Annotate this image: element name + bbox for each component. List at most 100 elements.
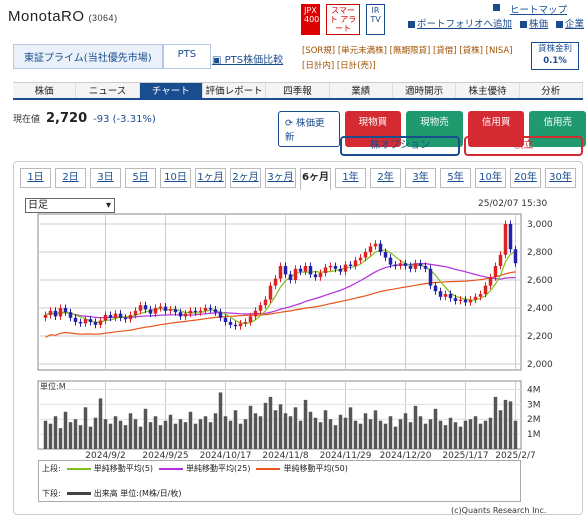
candle-body <box>118 313 123 318</box>
volume-bar <box>338 414 343 449</box>
volume-bar <box>288 416 293 449</box>
candle-body <box>398 263 403 266</box>
candle-body <box>423 266 428 269</box>
volume-bar <box>208 422 213 449</box>
candle-body <box>63 308 68 313</box>
volume-bar <box>228 420 233 449</box>
candle-body <box>158 306 163 308</box>
volume-bar <box>103 419 108 449</box>
candle-body <box>393 264 398 266</box>
candle-body <box>453 298 458 301</box>
volume-bar <box>63 411 68 449</box>
candle-body <box>483 285 488 294</box>
candle-body <box>433 285 438 292</box>
volume-bar <box>163 420 168 449</box>
candle-body <box>478 294 483 297</box>
volume-bar <box>133 419 138 449</box>
volume-bar <box>493 396 498 449</box>
volume-tick-label: 1M <box>527 430 541 440</box>
candle-body <box>213 309 218 313</box>
legend-sma25-label: 単純移動平均(25) <box>186 464 251 473</box>
candle-body <box>263 299 268 306</box>
volume-bar <box>243 419 248 449</box>
volume-bar <box>83 407 88 449</box>
candle-body <box>463 299 468 303</box>
volume-bar <box>318 422 323 449</box>
y-tick-label: 3,000 <box>527 220 553 230</box>
volume-bar <box>258 416 263 449</box>
volume-bar <box>348 407 353 449</box>
volume-bar <box>178 419 183 449</box>
volume-bar <box>273 410 278 449</box>
candle-body <box>318 273 323 278</box>
volume-bar <box>148 422 153 449</box>
candle-body <box>43 315 48 318</box>
candle-body <box>123 317 128 320</box>
candle-body <box>288 274 293 280</box>
volume-bar <box>453 422 458 449</box>
volume-bar <box>183 422 188 449</box>
volume-unit-label: 単位:M <box>40 381 66 391</box>
candle-body <box>338 268 343 272</box>
volume-bar <box>158 425 163 449</box>
volume-bar <box>68 422 73 449</box>
volume-bar <box>238 423 243 449</box>
candle-body <box>473 296 478 300</box>
candle-body <box>238 323 243 327</box>
candle-body <box>228 322 233 325</box>
candle-body <box>353 260 358 266</box>
volume-bar <box>328 419 333 449</box>
volume-bar <box>263 402 268 449</box>
y-tick-label: 2,800 <box>527 248 553 258</box>
candle-body <box>98 320 103 325</box>
candle-body <box>388 257 393 265</box>
volume-bar <box>418 416 423 449</box>
volume-bar <box>168 414 173 449</box>
candle-body <box>208 308 213 310</box>
volume-bar <box>478 423 483 449</box>
volume-bar <box>458 426 463 449</box>
candle-body <box>298 268 303 272</box>
volume-bar <box>53 416 58 449</box>
candle-body <box>278 266 283 279</box>
volume-bar <box>248 405 253 449</box>
volume-bar <box>213 413 218 449</box>
volume-bar <box>138 426 143 449</box>
volume-bar <box>463 420 468 449</box>
candle-body <box>78 322 83 324</box>
chart-legend: 上段: 単純移動平均(5) 単純移動平均(25) 単純移動平均(50) 下段: … <box>38 460 521 502</box>
volume-bar <box>283 413 288 449</box>
candle-body <box>438 291 443 297</box>
volume-bar <box>313 417 318 449</box>
volume-bar <box>253 413 258 449</box>
volume-bar <box>303 399 308 449</box>
volume-tick-label: 3M <box>527 400 541 410</box>
volume-bar <box>108 423 113 449</box>
volume-bar <box>128 413 133 449</box>
candle-body <box>83 319 88 324</box>
candle-body <box>193 310 198 313</box>
candle-body <box>248 316 253 322</box>
candle-body <box>508 224 513 250</box>
candle-body <box>188 310 193 314</box>
candle-body <box>58 308 63 317</box>
volume-bar <box>393 426 398 449</box>
volume-bar <box>193 423 198 449</box>
candle-body <box>163 306 168 311</box>
candle-body <box>138 305 143 311</box>
legend-volume: 出来高 単位:(M株/日/枚) <box>66 488 181 499</box>
candle-body <box>503 224 508 255</box>
volume-bar <box>48 423 53 449</box>
candle-body <box>358 257 363 261</box>
legend-lower-label: 下段: <box>42 489 61 498</box>
volume-bar <box>433 408 438 449</box>
volume-bar <box>343 417 348 449</box>
volume-bar <box>443 425 448 449</box>
candle-body <box>113 313 118 318</box>
volume-bar <box>333 425 338 449</box>
candle-body <box>313 274 318 278</box>
volume-bar <box>58 428 63 449</box>
volume-bar <box>398 419 403 449</box>
candle-body <box>88 319 93 322</box>
legend-sma5: 単純移動平均(5) <box>66 463 153 474</box>
